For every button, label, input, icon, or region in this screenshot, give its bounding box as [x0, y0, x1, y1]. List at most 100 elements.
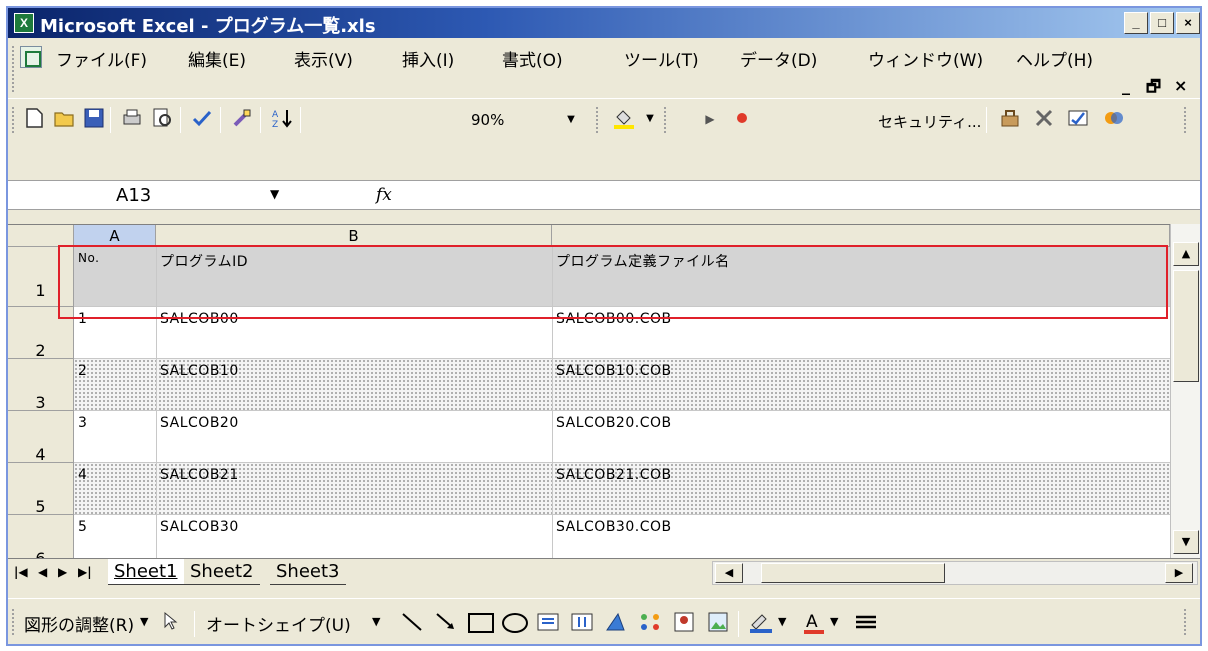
name-box[interactable]: A13: [12, 183, 302, 209]
table-row[interactable]: 3 SALCOB20 SALCOB20.COB: [74, 411, 1170, 463]
row-header[interactable]: 3: [8, 359, 74, 412]
autoshape-menu-button[interactable]: オートシェイプ(U): [206, 611, 351, 636]
maximize-button[interactable]: □: [1150, 12, 1174, 34]
toolbar-grip[interactable]: [12, 609, 16, 635]
line-style-icon[interactable]: [854, 611, 878, 638]
menu-view[interactable]: 表示(V): [294, 46, 353, 71]
row-header[interactable]: 6: [8, 515, 74, 558]
toolbar-grip[interactable]: [12, 107, 16, 133]
cell-a5[interactable]: 4: [78, 467, 87, 483]
diagram-icon[interactable]: [638, 611, 662, 638]
select-all-corner[interactable]: [8, 225, 74, 247]
doc-minimize-button[interactable]: _: [1122, 76, 1130, 95]
menu-help[interactable]: ヘルプ(H): [1016, 46, 1093, 71]
print-preview-icon[interactable]: [150, 107, 174, 131]
vertical-scrollbar[interactable]: ▲ ▼: [1170, 224, 1200, 558]
chevron-down-icon[interactable]: ▼: [372, 615, 380, 628]
record-macro-icon[interactable]: [730, 107, 754, 131]
line-icon[interactable]: [400, 611, 424, 638]
insert-function-icon[interactable]: fx: [376, 185, 392, 205]
visual-basic-icon[interactable]: [1066, 107, 1090, 131]
security-button[interactable]: セキュリティ...: [878, 111, 981, 132]
run-macro-icon[interactable]: ▶: [698, 107, 722, 131]
clip-art-icon[interactable]: [672, 611, 696, 638]
menu-data[interactable]: データ(D): [740, 46, 817, 71]
font-color-icon[interactable]: A: [802, 611, 826, 640]
spelling-icon[interactable]: [190, 107, 214, 131]
arrow-icon[interactable]: [434, 611, 458, 638]
menu-format[interactable]: 書式(O): [502, 46, 563, 71]
menu-insert[interactable]: 挿入(I): [402, 46, 454, 71]
row-header[interactable]: 5: [8, 463, 74, 516]
formula-input[interactable]: [408, 183, 1188, 209]
toolbar-grip[interactable]: [1184, 107, 1188, 133]
scroll-right-button[interactable]: ▶: [1165, 563, 1193, 583]
last-sheet-icon[interactable]: ▶|: [78, 565, 92, 579]
doc-close-button[interactable]: ×: [1174, 76, 1187, 95]
toolbar-grip[interactable]: [664, 107, 668, 133]
column-header-a[interactable]: A: [74, 225, 156, 247]
fill-color-icon[interactable]: [748, 611, 774, 638]
scroll-up-button[interactable]: ▲: [1173, 242, 1199, 266]
sort-ascending-icon[interactable]: AZ: [270, 107, 294, 131]
table-row[interactable]: 4 SALCOB21 SALCOB21.COB: [74, 463, 1170, 515]
cell-c3[interactable]: SALCOB10.COB: [556, 363, 672, 379]
prev-sheet-icon[interactable]: ◀: [38, 565, 47, 579]
cell-b5[interactable]: SALCOB21: [160, 467, 239, 483]
cell-a3[interactable]: 2: [78, 363, 87, 379]
chevron-down-icon[interactable]: ▼: [830, 615, 838, 628]
open-icon[interactable]: [52, 107, 76, 131]
minimize-button[interactable]: _: [1124, 12, 1148, 34]
table-row[interactable]: 2 SALCOB10 SALCOB10.COB: [74, 359, 1170, 411]
cell-a4[interactable]: 3: [78, 415, 87, 431]
save-icon[interactable]: [82, 107, 106, 131]
sheet-tab-sheet3[interactable]: Sheet3: [270, 559, 346, 585]
close-button[interactable]: ×: [1176, 12, 1200, 34]
draw-menu-button[interactable]: 図形の調整(R): [24, 611, 134, 636]
cell-c6[interactable]: SALCOB30.COB: [556, 519, 672, 535]
title-bar[interactable]: X Microsoft Excel - プログラム一覧.xls _ □ ×: [8, 8, 1200, 38]
horizontal-scrollbar[interactable]: ◀ ▶: [712, 561, 1198, 585]
oval-icon[interactable]: [502, 613, 528, 633]
menu-file[interactable]: ファイル(F): [56, 46, 147, 71]
row-header[interactable]: 4: [8, 411, 74, 464]
cell-a6[interactable]: 5: [78, 519, 87, 535]
cell-c5[interactable]: SALCOB21.COB: [556, 467, 672, 483]
menu-grip[interactable]: [12, 46, 16, 92]
insert-picture-icon[interactable]: [706, 611, 730, 638]
cell-c4[interactable]: SALCOB20.COB: [556, 415, 672, 431]
chevron-down-icon[interactable]: ▼: [270, 187, 279, 201]
worksheet-grid[interactable]: A B 1 2 3 4 5 6 No. プログラムID プログラム定義ファイル名…: [8, 224, 1170, 558]
workbook-icon[interactable]: [20, 46, 42, 68]
cell-b6[interactable]: SALCOB30: [160, 519, 239, 535]
table-row[interactable]: 5 SALCOB30 SALCOB30.COB: [74, 515, 1170, 558]
format-painter-icon[interactable]: [230, 107, 254, 131]
first-sheet-icon[interactable]: |◀: [14, 565, 28, 579]
chevron-down-icon[interactable]: ▼: [563, 111, 579, 129]
new-icon[interactable]: [22, 107, 46, 131]
chevron-down-icon[interactable]: ▼: [638, 107, 662, 131]
print-icon[interactable]: [120, 107, 144, 131]
sheet-tab-sheet2[interactable]: Sheet2: [184, 559, 260, 585]
next-sheet-icon[interactable]: ▶: [58, 565, 67, 579]
wordart-icon[interactable]: [604, 611, 628, 638]
design-mode-icon[interactable]: [1032, 107, 1056, 131]
menu-window[interactable]: ウィンドウ(W): [868, 46, 983, 71]
sheet-tab-sheet1[interactable]: Sheet1: [108, 559, 184, 585]
select-objects-icon[interactable]: [162, 611, 180, 636]
scroll-thumb[interactable]: [761, 563, 945, 583]
scroll-down-button[interactable]: ▼: [1173, 530, 1199, 554]
chevron-down-icon[interactable]: ▼: [140, 615, 148, 628]
cell-b4[interactable]: SALCOB20: [160, 415, 239, 431]
scroll-thumb[interactable]: [1173, 270, 1199, 382]
menu-edit[interactable]: 編集(E): [188, 46, 246, 71]
fill-color-icon[interactable]: [612, 107, 636, 131]
cell-b3[interactable]: SALCOB10: [160, 363, 239, 379]
script-editor-icon[interactable]: [1102, 107, 1126, 131]
textbox-icon[interactable]: [536, 611, 560, 638]
vbe-toolbox-icon[interactable]: [998, 107, 1022, 131]
menu-tools[interactable]: ツール(T): [624, 46, 699, 71]
chevron-down-icon[interactable]: ▼: [778, 615, 786, 628]
toolbar-grip[interactable]: [596, 107, 600, 133]
rectangle-icon[interactable]: [468, 613, 494, 633]
